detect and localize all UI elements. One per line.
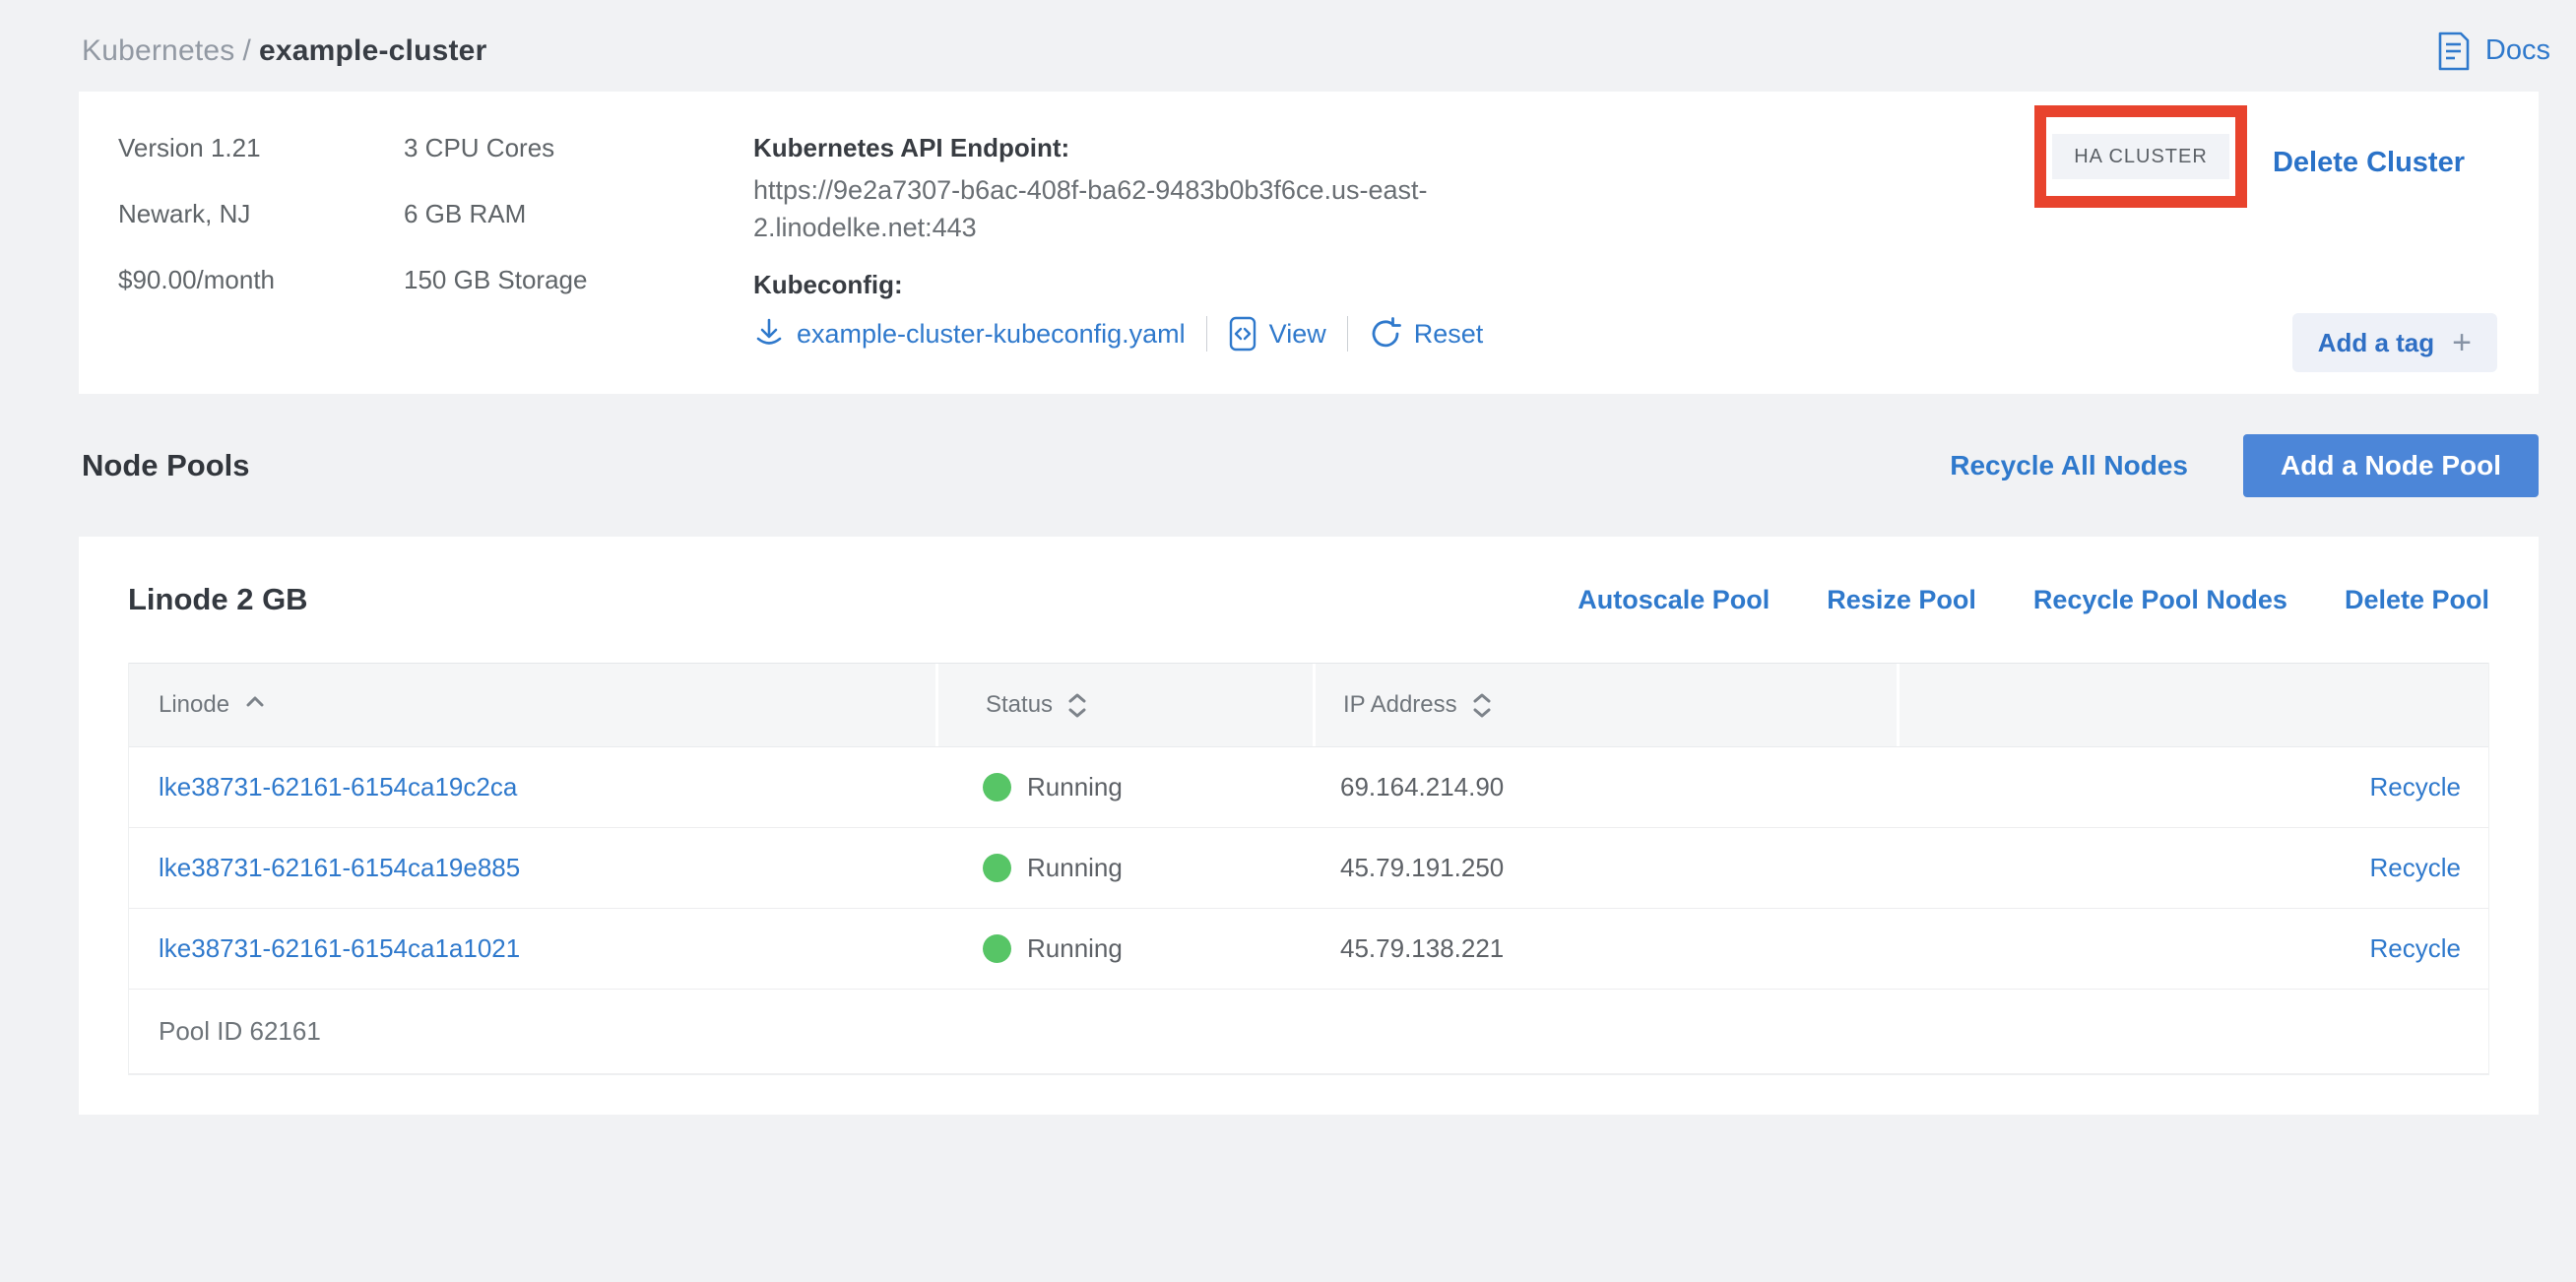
node-link[interactable]: lke38731-62161-6154ca19e885: [129, 853, 935, 883]
status-text: Running: [1027, 853, 1123, 883]
ip-header-label: IP Address: [1343, 691, 1457, 719]
delete-cluster-button[interactable]: Delete Cluster: [2273, 147, 2465, 179]
recycle-node-button[interactable]: Recycle: [1897, 933, 2488, 964]
node-ip: 69.164.214.90: [1313, 772, 1897, 802]
kubeconfig-actions: example-cluster-kubeconfig.yaml View: [753, 316, 1640, 352]
pool-actions: Autoscale Pool Resize Pool Recycle Pool …: [1578, 585, 2489, 615]
cluster-version: Version 1.21: [118, 133, 404, 199]
column-header-linode[interactable]: Linode: [129, 664, 935, 746]
recycle-pool-nodes-button[interactable]: Recycle Pool Nodes: [2033, 585, 2287, 615]
cluster-cpu: 3 CPU Cores: [404, 133, 753, 199]
kubeconfig-download-link[interactable]: example-cluster-kubeconfig.yaml: [753, 317, 1186, 351]
add-node-pool-button[interactable]: Add a Node Pool: [2243, 434, 2539, 497]
pool-name: Linode 2 GB: [128, 582, 308, 617]
topbar: Kubernetes/example-cluster Docs: [0, 0, 2576, 92]
reset-icon: [1369, 317, 1402, 351]
status-header-label: Status: [986, 691, 1053, 719]
node-status: Running: [935, 933, 1313, 964]
recycle-node-button[interactable]: Recycle: [1897, 772, 2488, 802]
add-tag-label: Add a tag: [2318, 328, 2434, 358]
download-icon: [753, 317, 785, 351]
cluster-storage: 150 GB Storage: [404, 265, 753, 331]
node-table: Linode Status IP Address: [128, 663, 2489, 1075]
node-link[interactable]: lke38731-62161-6154ca1a1021: [129, 933, 935, 964]
view-label: View: [1269, 319, 1326, 350]
breadcrumb-cluster-name: example-cluster: [259, 34, 486, 67]
code-file-icon: [1228, 316, 1257, 352]
resize-pool-button[interactable]: Resize Pool: [1827, 585, 1976, 615]
view-kubeconfig-button[interactable]: View: [1228, 316, 1326, 352]
node-status: Running: [935, 853, 1313, 883]
divider: [1206, 316, 1207, 352]
kubernetes-cluster-detail-page: Kubernetes/example-cluster Docs Version …: [0, 0, 2576, 1282]
node-pools-actions: Recycle All Nodes Add a Node Pool: [1950, 434, 2539, 497]
cluster-price: $90.00/month: [118, 265, 404, 331]
docs-label: Docs: [2485, 34, 2550, 67]
node-ip: 45.79.138.221: [1313, 933, 1897, 964]
cluster-ram: 6 GB RAM: [404, 199, 753, 265]
divider: [1347, 316, 1348, 352]
column-header-status[interactable]: Status: [935, 664, 1313, 746]
linode-header-label: Linode: [159, 691, 229, 719]
sort-ascending-icon: [245, 695, 265, 708]
column-header-ip[interactable]: IP Address: [1313, 664, 1897, 746]
delete-pool-button[interactable]: Delete Pool: [2345, 585, 2489, 615]
autoscale-pool-button[interactable]: Autoscale Pool: [1578, 585, 1770, 615]
kubeconfig-label: Kubeconfig:: [753, 270, 1640, 300]
node-pools-section-head: Node Pools Recycle All Nodes Add a Node …: [0, 394, 2576, 537]
pool-id: Pool ID 62161: [129, 990, 2488, 1074]
plus-icon: +: [2452, 326, 2472, 359]
status-running-dot: [983, 854, 1011, 882]
node-pools-title: Node Pools: [82, 448, 250, 483]
summary-column-1: Version 1.21 Newark, NJ $90.00/month: [118, 133, 404, 394]
table-header: Linode Status IP Address: [129, 663, 2488, 747]
kubeconfig-filename: example-cluster-kubeconfig.yaml: [797, 319, 1186, 350]
status-running-dot: [983, 773, 1011, 801]
cluster-region: Newark, NJ: [118, 199, 404, 265]
node-ip: 45.79.191.250: [1313, 853, 1897, 883]
status-text: Running: [1027, 772, 1123, 802]
breadcrumb: Kubernetes/example-cluster: [82, 34, 486, 68]
table-row: lke38731-62161-6154ca1a1021 Running 45.7…: [129, 909, 2488, 990]
node-pool-panel: Linode 2 GB Autoscale Pool Resize Pool R…: [79, 537, 2539, 1115]
node-status: Running: [935, 772, 1313, 802]
status-running-dot: [983, 934, 1011, 963]
summary-column-2: 3 CPU Cores 6 GB RAM 150 GB Storage: [404, 133, 753, 394]
ha-cluster-highlight-box: HA CLUSTER: [2034, 105, 2247, 208]
api-endpoint-url: https://9e2a7307-b6ac-408f-ba62-9483b0b3…: [753, 171, 1502, 246]
table-row: lke38731-62161-6154ca19e885 Running 45.7…: [129, 828, 2488, 909]
ha-cluster-badge: HA CLUSTER: [2052, 134, 2229, 179]
recycle-all-nodes-button[interactable]: Recycle All Nodes: [1950, 450, 2188, 481]
node-link[interactable]: lke38731-62161-6154ca19c2ca: [129, 772, 935, 802]
sort-icon: [1068, 693, 1086, 718]
cluster-summary-panel: Version 1.21 Newark, NJ $90.00/month 3 C…: [79, 92, 2539, 394]
breadcrumb-separator: /: [242, 34, 251, 67]
reset-kubeconfig-button[interactable]: Reset: [1369, 317, 1484, 351]
add-tag-button[interactable]: Add a tag +: [2292, 313, 2497, 372]
reset-label: Reset: [1414, 319, 1484, 350]
summary-column-3: Kubernetes API Endpoint: https://9e2a730…: [753, 133, 1640, 394]
table-row: lke38731-62161-6154ca19c2ca Running 69.1…: [129, 747, 2488, 828]
docs-link[interactable]: Docs: [2436, 31, 2550, 72]
status-text: Running: [1027, 933, 1123, 964]
docs-icon: [2436, 31, 2472, 72]
breadcrumb-kubernetes[interactable]: Kubernetes: [82, 34, 234, 67]
column-header-actions: [1897, 664, 2488, 746]
recycle-node-button[interactable]: Recycle: [1897, 853, 2488, 883]
sort-icon: [1473, 693, 1491, 718]
api-endpoint-label: Kubernetes API Endpoint:: [753, 133, 1640, 163]
pool-head: Linode 2 GB Autoscale Pool Resize Pool R…: [128, 537, 2489, 663]
